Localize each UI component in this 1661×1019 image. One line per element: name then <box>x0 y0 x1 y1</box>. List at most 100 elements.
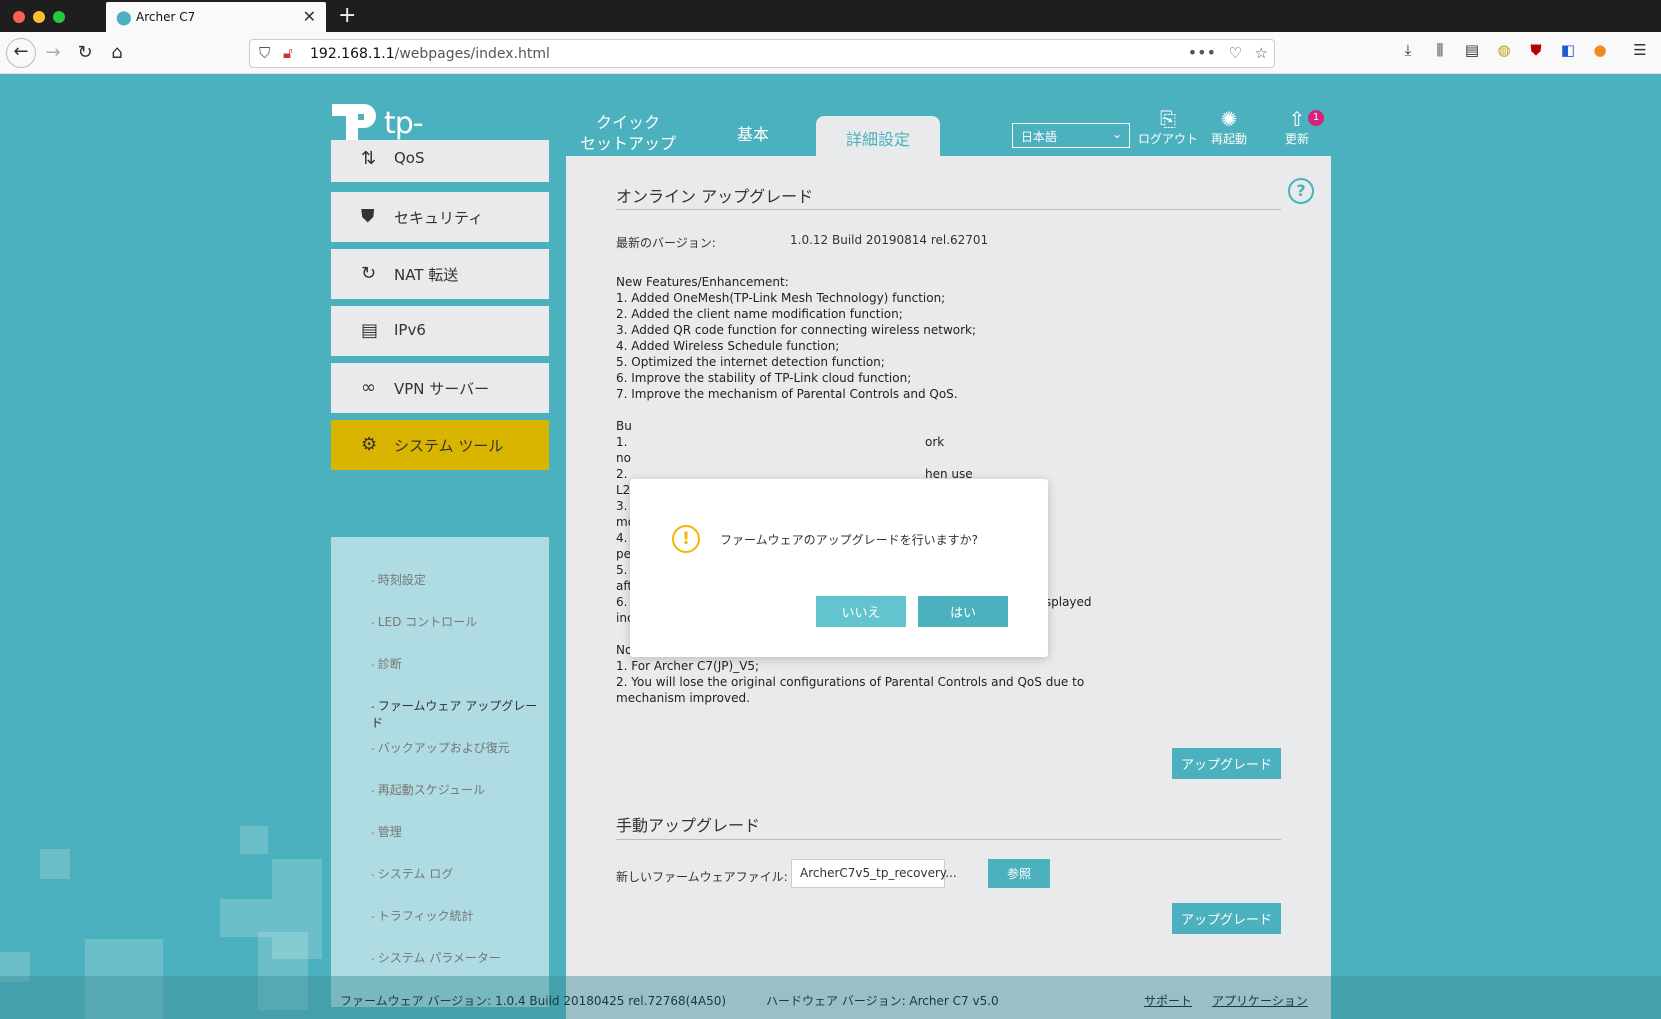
browser-tab-bar: ⬤ Archer C7 ✕ + <box>0 0 1661 32</box>
submenu-reboot-schedule[interactable]: 再起動スケジュール <box>371 781 485 798</box>
manual-upgrade-title: 手動アップグレード <box>616 816 761 835</box>
language-select[interactable]: 日本語 ⌄ <box>1012 123 1130 148</box>
submenu-system-log[interactable]: システム ログ <box>371 865 453 882</box>
sidebar-item-nat[interactable]: ↻ NAT 転送 <box>331 249 549 299</box>
shield-icon: ⛊ <box>361 206 375 227</box>
logout-icon: ⎘ <box>1160 107 1176 131</box>
back-icon[interactable]: ← <box>6 38 36 68</box>
latest-version-label: 最新のバージョン: <box>616 236 716 250</box>
minimize-window-button[interactable] <box>33 11 45 23</box>
logout-label: ログアウト <box>1138 132 1199 146</box>
reboot-button[interactable]: ✺ 再起動 <box>1199 108 1259 147</box>
sidebar-item-qos[interactable]: ⇅ QoS <box>331 140 549 182</box>
system-tools-submenu: 時刻設定 LED コントロール 診断 ファームウェア アップグレード バックアッ… <box>331 537 549 1007</box>
yes-button[interactable]: はい <box>918 596 1008 627</box>
close-tab-icon[interactable]: ✕ <box>303 7 316 26</box>
sidebar-item-label: NAT 転送 <box>394 266 459 284</box>
app-link[interactable]: アプリケーション <box>1212 992 1308 1009</box>
reboot-label: 再起動 <box>1210 132 1247 146</box>
tab-title: Archer C7 <box>136 10 196 24</box>
updown-arrows-icon: ⇅ <box>361 148 377 169</box>
zoom-window-button[interactable] <box>53 11 65 23</box>
reader-sidebar-icon[interactable]: ▤ <box>1462 41 1482 63</box>
submenu-diagnostics[interactable]: 診断 <box>371 655 402 672</box>
divider <box>616 209 1281 210</box>
manual-upgrade-button[interactable]: アップグレード <box>1172 903 1281 934</box>
browse-button[interactable]: 参照 <box>988 859 1050 888</box>
submenu-backup-restore[interactable]: バックアップおよび復元 <box>371 739 510 756</box>
submenu-system-params[interactable]: システム パラメーター <box>371 949 501 966</box>
document-icon: ▤ <box>361 320 379 341</box>
sidebar-item-label: VPN サーバー <box>394 380 490 398</box>
link-icon: ∞ <box>361 377 376 398</box>
sidebar-item-security[interactable]: ⛊ セキュリティ <box>331 192 549 242</box>
more-actions-icon[interactable]: ••• <box>1188 43 1216 62</box>
firmware-file-label: 新しいファームウェアファイル: <box>616 870 788 884</box>
submenu-traffic-stats[interactable]: トラフィック統計 <box>371 907 474 924</box>
tab-basic[interactable]: 基本 <box>720 112 786 158</box>
footer: ファームウェア バージョン: 1.0.4 Build 20180425 rel.… <box>0 976 1661 1019</box>
sidebar: ⇅ QoS ⛊ セキュリティ ↻ NAT 転送 ▤ IPv6 ∞ VPN サーバ… <box>331 140 549 1007</box>
menu-icon[interactable]: ☰ <box>1630 41 1650 63</box>
hardware-version: ハードウェア バージョン: Archer C7 v5.0 <box>766 994 999 1008</box>
url-text: 192.168.1.1/webpages/index.html <box>310 46 550 62</box>
extension-orange-icon[interactable]: ● <box>1590 41 1610 63</box>
sidebar-item-ipv6[interactable]: ▤ IPv6 <box>331 306 549 356</box>
language-value: 日本語 <box>1021 130 1058 144</box>
confirm-dialog: ! ファームウェアのアップグレードを行いますか? いいえ はい <box>630 479 1048 657</box>
new-tab-icon[interactable]: + <box>338 3 356 28</box>
tab-label: 詳細設定 <box>845 130 910 149</box>
insecure-lock-icon[interactable]: 🔓︎ <box>283 44 293 62</box>
router-admin-page: tp-link クイック セットアップ 基本 詳細設定 日本語 ⌄ ⎘ ログアウ… <box>0 74 1661 1019</box>
submenu-firmware-upgrade[interactable]: ファームウェア アップグレード <box>371 697 549 731</box>
submenu-led[interactable]: LED コントロール <box>371 613 477 630</box>
library-icon[interactable]: ⫼ <box>1430 41 1450 63</box>
url-bar[interactable]: ⛉ 🔓︎ 192.168.1.1/webpages/index.html •••… <box>249 39 1275 68</box>
sidebar-item-label: セキュリティ <box>394 209 484 227</box>
close-window-button[interactable] <box>13 11 25 23</box>
forward-icon[interactable]: → <box>40 40 66 66</box>
shield-icon[interactable]: ⛉ <box>259 44 270 62</box>
confirm-message: ファームウェアのアップグレードを行いますか? <box>720 533 979 547</box>
browser-tab[interactable]: ⬤ Archer C7 ✕ <box>106 2 326 32</box>
chevron-down-icon: ⌄ <box>1111 127 1122 141</box>
submenu-admin[interactable]: 管理 <box>371 823 402 840</box>
browser-nav-bar: ← → ↻ ⌂ ⛉ 🔓︎ 192.168.1.1/webpages/index.… <box>0 32 1661 74</box>
help-icon[interactable]: ? <box>1288 178 1314 204</box>
tab-label: セットアップ <box>579 134 676 153</box>
sidebar-item-label: IPv6 <box>394 321 426 339</box>
ublock-icon[interactable]: ⛊ <box>1526 41 1546 63</box>
tab-label: 基本 <box>736 125 769 144</box>
warning-icon: ! <box>672 525 700 553</box>
home-icon[interactable]: ⌂ <box>104 40 130 66</box>
decor-shape <box>240 826 268 854</box>
logout-button[interactable]: ⎘ ログアウト <box>1138 108 1198 147</box>
tab-label: クイック <box>595 113 660 132</box>
latest-version-value: 1.0.12 Build 20190814 rel.62701 <box>790 233 989 247</box>
submenu-time[interactable]: 時刻設定 <box>371 571 426 588</box>
support-link[interactable]: サポート <box>1144 992 1192 1009</box>
refresh-icon: ↻ <box>361 263 377 284</box>
firmware-file-field[interactable]: ArcherC7v5_tp_recovery... <box>791 859 957 888</box>
sidebar-item-system-tools[interactable]: ⚙ システム ツール <box>331 420 549 470</box>
online-upgrade-button[interactable]: アップグレード <box>1172 748 1281 779</box>
no-button[interactable]: いいえ <box>816 596 906 627</box>
update-label: 更新 <box>1284 132 1309 146</box>
tab-advanced[interactable]: 詳細設定 <box>816 116 940 158</box>
bookmark-star-icon[interactable]: ☆ <box>1255 44 1268 62</box>
tab-quick-setup[interactable]: クイック セットアップ <box>575 112 681 158</box>
download-icon[interactable]: ⤓ <box>1398 41 1418 63</box>
update-count-badge: 1 <box>1308 110 1324 126</box>
decor-shape <box>40 849 70 879</box>
reboot-spinner-icon: ✺ <box>1220 107 1238 131</box>
sidebar-item-label: QoS <box>394 149 425 167</box>
firmware-version: ファームウェア バージョン: 1.0.4 Build 20180425 rel.… <box>340 994 727 1008</box>
reload-icon[interactable]: ↻ <box>72 40 98 66</box>
sidebar-item-label: システム ツール <box>394 437 504 455</box>
extension-icon[interactable]: ◍ <box>1494 41 1514 63</box>
pocket-icon[interactable]: ♡ <box>1229 44 1242 62</box>
online-upgrade-title: オンライン アップグレード <box>616 187 814 206</box>
sidebar-item-vpn[interactable]: ∞ VPN サーバー <box>331 363 549 413</box>
extension-blue-icon[interactable]: ◧ <box>1558 41 1578 63</box>
tplink-favicon-icon: ⬤ <box>116 10 132 26</box>
